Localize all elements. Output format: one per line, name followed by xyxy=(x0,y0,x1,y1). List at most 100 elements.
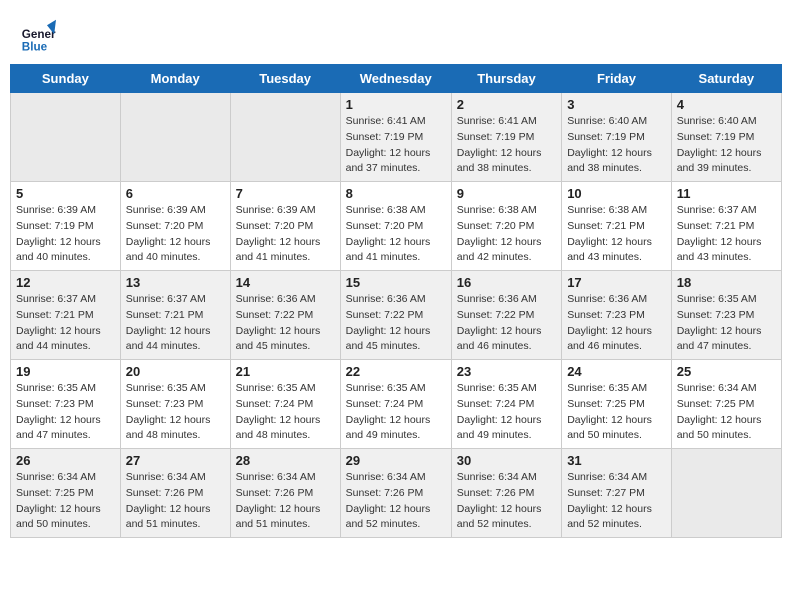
day-number: 23 xyxy=(457,364,556,379)
day-info: Sunrise: 6:34 AMSunset: 7:26 PMDaylight:… xyxy=(236,470,335,533)
column-header-saturday: Saturday xyxy=(671,65,781,93)
day-info: Sunrise: 6:39 AMSunset: 7:19 PMDaylight:… xyxy=(16,203,115,266)
day-info: Sunrise: 6:35 AMSunset: 7:24 PMDaylight:… xyxy=(346,381,446,444)
calendar-cell: 13Sunrise: 6:37 AMSunset: 7:21 PMDayligh… xyxy=(120,271,230,360)
day-number: 31 xyxy=(567,453,666,468)
day-info: Sunrise: 6:39 AMSunset: 7:20 PMDaylight:… xyxy=(126,203,225,266)
calendar-cell: 31 Sunrise: 6:34 AMSunset: 7:27 PMDayligh… xyxy=(562,449,672,538)
day-number: 21 xyxy=(236,364,335,379)
calendar-week-row: 1 Sunrise: 6:41 AMSunset: 7:19 PMDaylight… xyxy=(11,93,782,182)
day-number: 26 xyxy=(16,453,115,468)
day-number: 14 xyxy=(236,275,335,290)
calendar-cell: 25 Sunrise: 6:34 AMSunset: 7:25 PMDayligh… xyxy=(671,360,781,449)
day-info: Sunrise: 6:38 AMSunset: 7:20 PMDaylight:… xyxy=(457,203,556,266)
day-number: 30 xyxy=(457,453,556,468)
calendar-cell: 26 Sunrise: 6:34 AMSunset: 7:25 PMDayligh… xyxy=(11,449,121,538)
calendar-cell: 2 Sunrise: 6:41 AMSunset: 7:19 PMDaylight… xyxy=(451,93,561,182)
day-number: 6 xyxy=(126,186,225,201)
day-number: 20 xyxy=(126,364,225,379)
day-info: Sunrise: 6:37 AMSunset: 7:21 PMDaylight:… xyxy=(126,292,225,355)
day-number: 19 xyxy=(16,364,115,379)
calendar-week-row: 12 Sunrise: 6:37 AMSunset: 7:21 PMDayligh… xyxy=(11,271,782,360)
day-info: Sunrise: 6:34 AMSunset: 7:26 PMDaylight:… xyxy=(346,470,446,533)
calendar-cell: 3 Sunrise: 6:40 AMSunset: 7:19 PMDaylight… xyxy=(562,93,672,182)
day-info: Sunrise: 6:34 AMSunset: 7:27 PMDaylight:… xyxy=(567,470,666,533)
calendar-cell: 1 Sunrise: 6:41 AMSunset: 7:19 PMDaylight… xyxy=(340,93,451,182)
day-info: Sunrise: 6:35 AMSunset: 7:23 PMDaylight:… xyxy=(677,292,776,355)
column-header-wednesday: Wednesday xyxy=(340,65,451,93)
day-info: Sunrise: 6:36 AMSunset: 7:22 PMDaylight:… xyxy=(346,292,446,355)
calendar-cell: 6 Sunrise: 6:39 AMSunset: 7:20 PMDaylight… xyxy=(120,182,230,271)
day-info: Sunrise: 6:40 AMSunset: 7:19 PMDaylight:… xyxy=(677,114,776,177)
logo: General Blue xyxy=(20,18,56,54)
day-number: 4 xyxy=(677,97,776,112)
day-info: Sunrise: 6:35 AMSunset: 7:24 PMDaylight:… xyxy=(236,381,335,444)
calendar-cell: 11 Sunrise: 6:37 AMSunset: 7:21 PMDayligh… xyxy=(671,182,781,271)
day-info: Sunrise: 6:40 AMSunset: 7:19 PMDaylight:… xyxy=(567,114,666,177)
calendar-cell: 17 Sunrise: 6:36 AMSunset: 7:23 PMDayligh… xyxy=(562,271,672,360)
day-number: 24 xyxy=(567,364,666,379)
day-info: Sunrise: 6:41 AMSunset: 7:19 PMDaylight:… xyxy=(346,114,446,177)
calendar-cell: 24 Sunrise: 6:35 AMSunset: 7:25 PMDayligh… xyxy=(562,360,672,449)
calendar-cell: 9 Sunrise: 6:38 AMSunset: 7:20 PMDaylight… xyxy=(451,182,561,271)
calendar-cell: 15 Sunrise: 6:36 AMSunset: 7:22 PMDayligh… xyxy=(340,271,451,360)
day-info: Sunrise: 6:36 AMSunset: 7:22 PMDaylight:… xyxy=(236,292,335,355)
day-info: Sunrise: 6:35 AMSunset: 7:25 PMDaylight:… xyxy=(567,381,666,444)
calendar-cell: 4 Sunrise: 6:40 AMSunset: 7:19 PMDaylight… xyxy=(671,93,781,182)
day-number: 11 xyxy=(677,186,776,201)
svg-text:Blue: Blue xyxy=(22,40,48,53)
day-info: Sunrise: 6:35 AMSunset: 7:23 PMDaylight:… xyxy=(16,381,115,444)
calendar-cell: 27 Sunrise: 6:34 AMSunset: 7:26 PMDayligh… xyxy=(120,449,230,538)
calendar-cell: 23Sunrise: 6:35 AMSunset: 7:24 PMDayligh… xyxy=(451,360,561,449)
calendar-header-row: SundayMondayTuesdayWednesdayThursdayFrid… xyxy=(11,65,782,93)
calendar-cell: 21 Sunrise: 6:35 AMSunset: 7:24 PMDayligh… xyxy=(230,360,340,449)
calendar-cell: 18Sunrise: 6:35 AMSunset: 7:23 PMDayligh… xyxy=(671,271,781,360)
calendar-cell: 28Sunrise: 6:34 AMSunset: 7:26 PMDayligh… xyxy=(230,449,340,538)
calendar-cell xyxy=(230,93,340,182)
day-info: Sunrise: 6:36 AMSunset: 7:23 PMDaylight:… xyxy=(567,292,666,355)
day-number: 27 xyxy=(126,453,225,468)
column-header-monday: Monday xyxy=(120,65,230,93)
day-info: Sunrise: 6:37 AMSunset: 7:21 PMDaylight:… xyxy=(16,292,115,355)
column-header-sunday: Sunday xyxy=(11,65,121,93)
day-number: 16 xyxy=(457,275,556,290)
calendar-cell: 14 Sunrise: 6:36 AMSunset: 7:22 PMDayligh… xyxy=(230,271,340,360)
calendar-week-row: 26 Sunrise: 6:34 AMSunset: 7:25 PMDayligh… xyxy=(11,449,782,538)
day-info: Sunrise: 6:35 AMSunset: 7:23 PMDaylight:… xyxy=(126,381,225,444)
day-info: Sunrise: 6:34 AMSunset: 7:26 PMDaylight:… xyxy=(126,470,225,533)
day-info: Sunrise: 6:37 AMSunset: 7:21 PMDaylight:… xyxy=(677,203,776,266)
day-number: 3 xyxy=(567,97,666,112)
day-number: 8 xyxy=(346,186,446,201)
calendar-week-row: 19 Sunrise: 6:35 AMSunset: 7:23 PMDayligh… xyxy=(11,360,782,449)
calendar-cell: 22 Sunrise: 6:35 AMSunset: 7:24 PMDayligh… xyxy=(340,360,451,449)
column-header-thursday: Thursday xyxy=(451,65,561,93)
day-number: 7 xyxy=(236,186,335,201)
day-number: 12 xyxy=(16,275,115,290)
calendar-cell: 19 Sunrise: 6:35 AMSunset: 7:23 PMDayligh… xyxy=(11,360,121,449)
day-info: Sunrise: 6:41 AMSunset: 7:19 PMDaylight:… xyxy=(457,114,556,177)
calendar-cell: 12 Sunrise: 6:37 AMSunset: 7:21 PMDayligh… xyxy=(11,271,121,360)
day-info: Sunrise: 6:38 AMSunset: 7:21 PMDaylight:… xyxy=(567,203,666,266)
column-header-friday: Friday xyxy=(562,65,672,93)
calendar-cell: 16Sunrise: 6:36 AMSunset: 7:22 PMDayligh… xyxy=(451,271,561,360)
day-number: 1 xyxy=(346,97,446,112)
calendar-cell: 8 Sunrise: 6:38 AMSunset: 7:20 PMDaylight… xyxy=(340,182,451,271)
day-info: Sunrise: 6:34 AMSunset: 7:25 PMDaylight:… xyxy=(16,470,115,533)
calendar-cell: 20 Sunrise: 6:35 AMSunset: 7:23 PMDayligh… xyxy=(120,360,230,449)
day-number: 2 xyxy=(457,97,556,112)
day-info: Sunrise: 6:34 AMSunset: 7:25 PMDaylight:… xyxy=(677,381,776,444)
column-header-tuesday: Tuesday xyxy=(230,65,340,93)
calendar-table: SundayMondayTuesdayWednesdayThursdayFrid… xyxy=(10,64,782,538)
day-number: 17 xyxy=(567,275,666,290)
calendar-cell xyxy=(120,93,230,182)
day-number: 9 xyxy=(457,186,556,201)
calendar-cell: 5Sunrise: 6:39 AMSunset: 7:19 PMDaylight… xyxy=(11,182,121,271)
day-number: 15 xyxy=(346,275,446,290)
logo-icon: General Blue xyxy=(20,18,56,54)
day-number: 25 xyxy=(677,364,776,379)
day-info: Sunrise: 6:38 AMSunset: 7:20 PMDaylight:… xyxy=(346,203,446,266)
calendar-cell: 29 Sunrise: 6:34 AMSunset: 7:26 PMDayligh… xyxy=(340,449,451,538)
day-number: 22 xyxy=(346,364,446,379)
day-number: 29 xyxy=(346,453,446,468)
calendar-cell xyxy=(671,449,781,538)
